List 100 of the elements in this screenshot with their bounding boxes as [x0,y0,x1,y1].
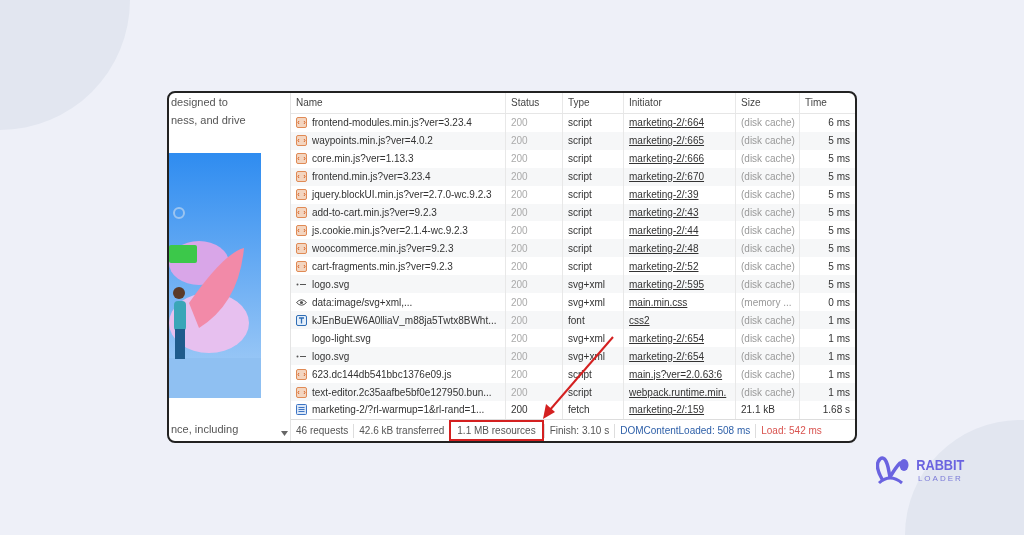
file-name[interactable]: data:image/svg+xml,... [312,296,413,308]
initiator-link[interactable]: marketing-2/:654 [629,350,705,362]
resource-size: (disk cache) [735,239,799,258]
load-time: 6 ms [799,113,855,132]
status-code: 200 [505,383,562,401]
initiator-link[interactable]: marketing-2/:665 [629,135,705,147]
file-name[interactable]: logo.svg [312,278,350,290]
resource-type: script [562,185,623,204]
eye-icon [296,296,307,308]
script-icon [296,135,307,147]
status-code: 200 [505,185,562,204]
script-icon [296,171,307,183]
file-name[interactable]: frontend.min.js?ver=3.23.4 [312,171,431,183]
summary-text: 46 requests [295,424,350,438]
load-time: 5 ms [799,131,855,150]
script-icon [296,189,307,201]
initiator-link[interactable]: marketing-2/:595 [629,278,705,290]
resource-type: svg+xml [562,275,623,294]
script-icon [296,368,307,380]
column-header[interactable]: Time [799,93,855,113]
file-name[interactable]: kJEnBuEW6A0lliaV_m88ja5Twtx8BWht... [312,314,497,326]
file-name[interactable]: add-to-cart.min.js?ver=9.2.3 [312,207,437,218]
file-name[interactable]: 623.dc144db541bbc1376e09.js [312,368,452,380]
resource-type: script [562,239,623,258]
scroll-arrow-icon[interactable] [281,430,288,437]
initiator-link[interactable]: main.js?ver=2.0.63:6 [629,368,723,380]
initiator-link[interactable]: main.min.css [629,296,688,308]
resource-size: (disk cache) [735,167,799,186]
resource-size: (disk cache) [735,275,799,294]
resource-type: fetch [562,401,623,419]
file-name[interactable]: text-editor.2c35aafbe5bf0e127950.bun... [312,386,492,398]
resource-size: (disk cache) [735,131,799,150]
initiator-link[interactable]: marketing-2/:48 [629,242,699,254]
resource-type: script [562,383,623,401]
file-name[interactable]: jquery.blockUI.min.js?ver=2.7.0-wc.9.2.3 [312,189,492,201]
file-name[interactable]: js.cookie.min.js?ver=2.1.4-wc.9.2.3 [312,224,468,236]
initiator-link[interactable]: webpack.runtime.min. [629,386,727,398]
file-name[interactable]: core.min.js?ver=1.13.3 [312,153,414,165]
initiator-link[interactable]: marketing-2/:39 [629,189,699,201]
column-header[interactable]: Initiator [623,93,735,113]
initiator-link[interactable]: css2 [629,314,650,326]
resource-size: (disk cache) [735,149,799,168]
summary-text: Load: 542 ms [755,423,827,438]
script-icon [296,207,307,218]
column-header[interactable]: Type [562,93,623,113]
status-code: 200 [505,149,562,168]
column-header[interactable]: Size [735,93,799,113]
resource-size: (disk cache) [735,347,799,366]
file-name[interactable]: woocommerce.min.js?ver=9.2.3 [312,242,454,254]
load-time: 5 ms [799,167,855,186]
load-time: 1 ms [799,311,855,330]
status-code: 200 [505,203,562,222]
load-time: 5 ms [799,149,855,168]
initiator-link[interactable]: marketing-2/:666 [629,153,705,165]
load-time: 5 ms [799,185,855,204]
status-code: 200 [505,167,562,186]
initiator-link[interactable]: marketing-2/:43 [629,207,699,218]
resource-size: (disk cache) [735,311,799,330]
resource-type: script [562,167,623,186]
resource-type: script [562,131,623,150]
summary-text: Finish: 3.10 s [543,423,615,438]
file-name[interactable]: logo.svg [312,350,350,362]
column-header[interactable]: Status [505,93,562,113]
load-time: 1 ms [799,383,855,401]
summary-text: DOMContentLoaded: 508 ms [614,423,756,438]
file-name[interactable]: waypoints.min.js?ver=4.0.2 [312,135,433,147]
summary-text: 42.6 kB transferred [353,423,450,438]
logo-text: RABBIT [916,457,965,472]
resource-type: font [562,311,623,330]
resource-size: (disk cache) [735,203,799,222]
resource-type: script [562,149,623,168]
resource-size: (disk cache) [735,113,799,132]
script-icon [296,117,307,129]
script-icon [296,224,307,236]
initiator-link[interactable]: marketing-2/:664 [629,117,705,129]
file-name[interactable]: marketing-2/?rl-warmup=1&rl-rand=1... [312,404,485,416]
script-icon [296,153,307,165]
column-header[interactable]: Name [291,93,505,113]
document-icon [296,404,307,416]
file-name[interactable]: cart-fragments.min.js?ver=9.2.3 [312,260,453,272]
load-time: 1 ms [799,347,855,366]
status-code: 200 [505,275,562,294]
file-name[interactable]: logo-light.svg [312,332,371,344]
initiator-link[interactable]: marketing-2/:52 [629,260,699,272]
script-icon [296,242,307,254]
initiator-link[interactable]: marketing-2/:44 [629,224,699,236]
status-code: 200 [505,347,562,366]
status-code: 200 [505,311,562,330]
rabbit-ears-icon [876,455,910,485]
highlighted-summary: 1.1 MB resources [449,420,544,441]
status-code: 200 [505,113,562,132]
resource-size: 21.1 kB [735,401,799,419]
initiator-link[interactable]: marketing-2/:654 [629,332,705,344]
page-text: designed to [170,95,228,110]
resource-type: script [562,113,623,132]
initiator-link[interactable]: marketing-2/:159 [629,404,705,416]
script-icon [296,260,307,272]
file-name[interactable]: frontend-modules.min.js?ver=3.23.4 [312,117,472,129]
initiator-link[interactable]: marketing-2/:670 [629,171,705,183]
load-time: 1.68 s [799,401,855,419]
